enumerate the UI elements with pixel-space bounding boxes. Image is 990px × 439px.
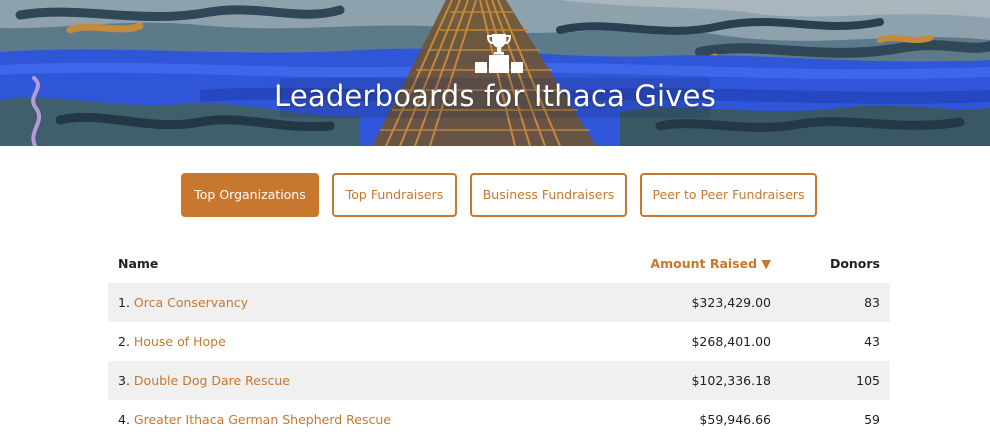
row-donors: 83: [864, 295, 880, 310]
hero-banner: Leaderboards for Ithaca Gives: [0, 0, 990, 146]
tab-top-fundraisers[interactable]: Top Fundraisers: [332, 173, 457, 217]
tab-business-fundraisers[interactable]: Business Fundraisers: [470, 173, 627, 217]
row-donors: 59: [864, 412, 880, 427]
table-row: 4. Greater Ithaca German Shepherd Rescue…: [108, 400, 890, 439]
table-row: 1. Orca Conservancy $323,429.00 83: [108, 283, 890, 322]
organization-link[interactable]: Greater Ithaca German Shepherd Rescue: [134, 412, 391, 427]
table-row: 3. Double Dog Dare Rescue $102,336.18 10…: [108, 361, 890, 400]
banner-content: Leaderboards for Ithaca Gives: [0, 0, 990, 146]
leaderboard-table: Name Amount Raised ▼ Donors 1. Orca Cons…: [108, 244, 890, 439]
organization-link[interactable]: Orca Conservancy: [134, 295, 248, 310]
table-header-row: Name Amount Raised ▼ Donors: [108, 244, 890, 283]
row-name-cell: 2. House of Hope: [118, 322, 226, 361]
row-donors: 43: [864, 334, 880, 349]
row-name-cell: 1. Orca Conservancy: [118, 283, 248, 322]
row-rank: 3.: [118, 373, 130, 388]
row-rank: 1.: [118, 295, 130, 310]
page-title: Leaderboards for Ithaca Gives: [273, 79, 717, 113]
podium-trophy-icon: [475, 34, 523, 73]
tab-top-organizations[interactable]: Top Organizations: [181, 173, 319, 217]
row-donors: 105: [856, 373, 880, 388]
tab-peer-to-peer-fundraisers[interactable]: Peer to Peer Fundraisers: [640, 173, 817, 217]
column-header-amount-raised-sort[interactable]: Amount Raised ▼: [650, 244, 771, 283]
table-row: 2. House of Hope $268,401.00 43: [108, 322, 890, 361]
column-header-name: Name: [118, 256, 159, 271]
organization-link[interactable]: House of Hope: [134, 334, 226, 349]
row-name-cell: 3. Double Dog Dare Rescue: [118, 361, 290, 400]
organization-link[interactable]: Double Dog Dare Rescue: [134, 373, 290, 388]
row-amount: $323,429.00: [691, 295, 771, 310]
row-amount: $268,401.00: [691, 334, 771, 349]
row-amount: $59,946.66: [699, 412, 771, 427]
row-rank: 2.: [118, 334, 130, 349]
row-name-cell: 4. Greater Ithaca German Shepherd Rescue: [118, 400, 391, 439]
leaderboard-tabs: Top Organizations Top Fundraisers Busine…: [0, 173, 990, 217]
column-header-donors: Donors: [829, 256, 880, 271]
row-amount: $102,336.18: [691, 373, 771, 388]
row-rank: 4.: [118, 412, 130, 427]
